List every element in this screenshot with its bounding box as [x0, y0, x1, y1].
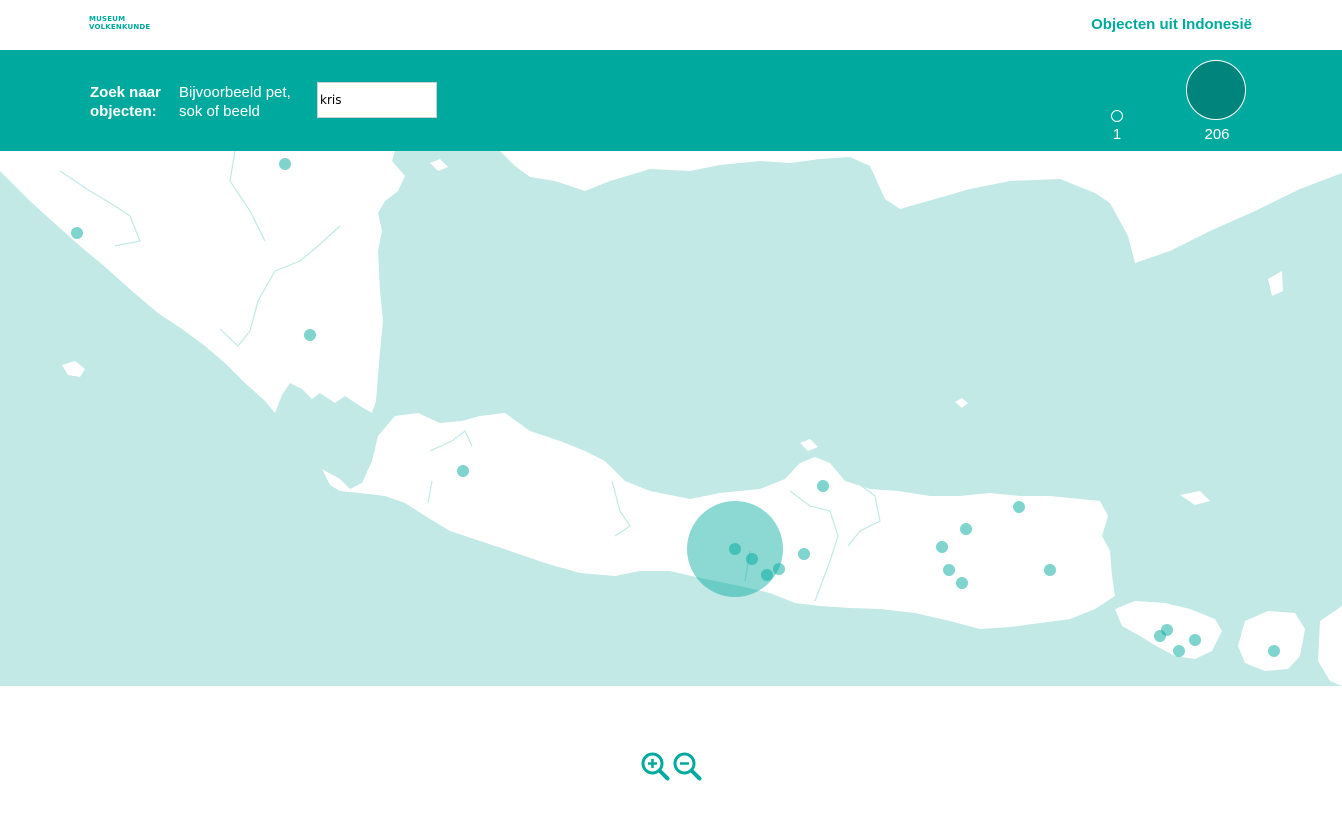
map-marker-21[interactable] — [1189, 634, 1201, 646]
museum-logo[interactable]: MUSEUM VOLKENKUNDE — [89, 15, 151, 33]
map-marker-9[interactable] — [761, 569, 773, 581]
search-bar: Zoek naar objecten: Bijvoorbeeld pet, so… — [0, 50, 1342, 151]
land-sumbawa — [1318, 606, 1342, 686]
top-bar: MUSEUM VOLKENKUNDE Objecten uit Indonesi… — [0, 0, 1342, 50]
map-marker-16[interactable] — [1013, 501, 1025, 513]
land-lombok — [1238, 611, 1305, 671]
land-islet-3 — [1180, 491, 1210, 505]
land-islet-6 — [800, 439, 818, 451]
search-input[interactable] — [317, 82, 437, 118]
map-marker-4[interactable] — [457, 465, 469, 477]
search-label: Zoek naar objecten: — [90, 84, 161, 120]
site-title[interactable]: Objecten uit Indonesië — [1091, 16, 1252, 33]
map-marker-20[interactable] — [1173, 645, 1185, 657]
map-marker-8[interactable] — [746, 553, 758, 565]
zoom-out-icon[interactable] — [672, 751, 702, 781]
logo-line-2: VOLKENKUNDE — [89, 23, 151, 31]
land-kalimantan — [500, 151, 1342, 263]
map-svg[interactable] — [0, 151, 1342, 686]
map-marker-7[interactable] — [729, 543, 741, 555]
land-islet-1 — [62, 361, 85, 377]
land-islet-5 — [430, 159, 448, 171]
map-marker-22[interactable] — [1268, 645, 1280, 657]
legend-min-circle — [1111, 110, 1123, 122]
legend-max-label: 206 — [1204, 126, 1230, 143]
map-marker-1[interactable] — [279, 158, 291, 170]
land-sumatra — [0, 151, 405, 413]
map-marker-12[interactable] — [936, 541, 948, 553]
map-marker-17[interactable] — [1044, 564, 1056, 576]
map-marker-2[interactable] — [71, 227, 83, 239]
map-marker-19[interactable] — [1161, 624, 1173, 636]
map-marker-14[interactable] — [943, 564, 955, 576]
legend-min-label: 1 — [1112, 126, 1122, 143]
map-marker-5[interactable] — [817, 480, 829, 492]
land-islet-4 — [1268, 271, 1283, 296]
legend-max-circle — [1186, 60, 1246, 120]
map-marker-13[interactable] — [960, 523, 972, 535]
search-hint: Bijvoorbeeld pet, sok of beeld — [179, 84, 291, 120]
map-indonesia[interactable] — [0, 151, 1342, 686]
map-marker-3[interactable] — [304, 329, 316, 341]
logo-line-1: MUSEUM — [89, 15, 126, 23]
map-marker-15[interactable] — [956, 577, 968, 589]
land-islet-2 — [955, 398, 968, 408]
map-marker-11[interactable] — [798, 548, 810, 560]
map-marker-10[interactable] — [773, 563, 785, 575]
zoom-in-icon[interactable] — [640, 751, 670, 781]
